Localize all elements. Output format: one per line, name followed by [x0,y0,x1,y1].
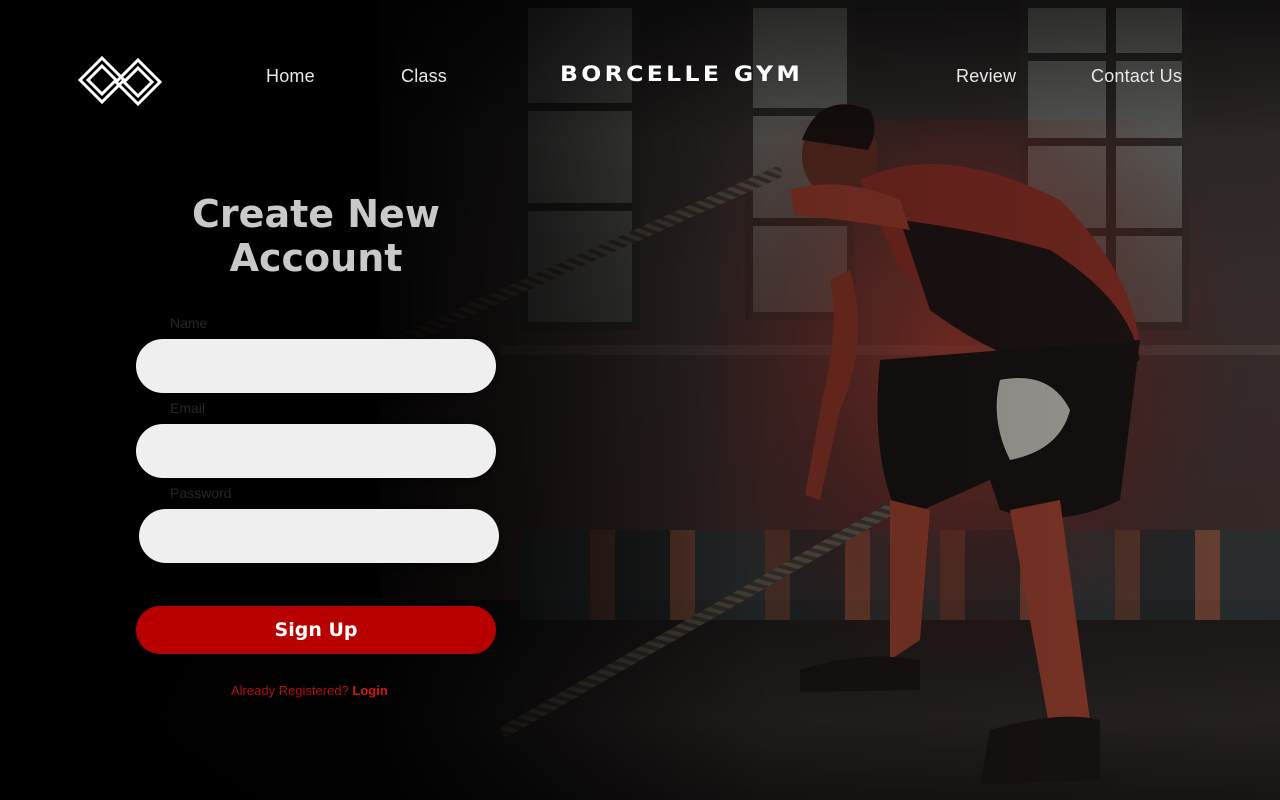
email-label: Email [170,400,206,416]
brand-name: BORCELLE GYM [560,62,804,86]
name-input[interactable] [136,339,496,393]
interlocking-diamond-logo-icon[interactable] [78,50,162,112]
page-title: Create New Account [136,192,496,280]
already-registered-text: Already Registered? Login [231,683,765,698]
login-link[interactable]: Login [352,683,387,698]
password-input[interactable] [139,509,499,563]
already-registered-label: Already Registered? [231,683,349,698]
name-label: Name [170,315,208,331]
sign-up-button[interactable]: Sign Up [136,606,496,654]
title-line-1: Create New [192,192,440,236]
nav-contact-link[interactable]: Contact Us [1091,66,1182,87]
title-line-2: Account [229,236,403,280]
password-label: Password [170,485,232,501]
nav-home-link[interactable]: Home [266,66,315,87]
nav-class-link[interactable]: Class [401,66,447,87]
email-input[interactable] [136,424,496,478]
nav-review-link[interactable]: Review [956,66,1016,87]
